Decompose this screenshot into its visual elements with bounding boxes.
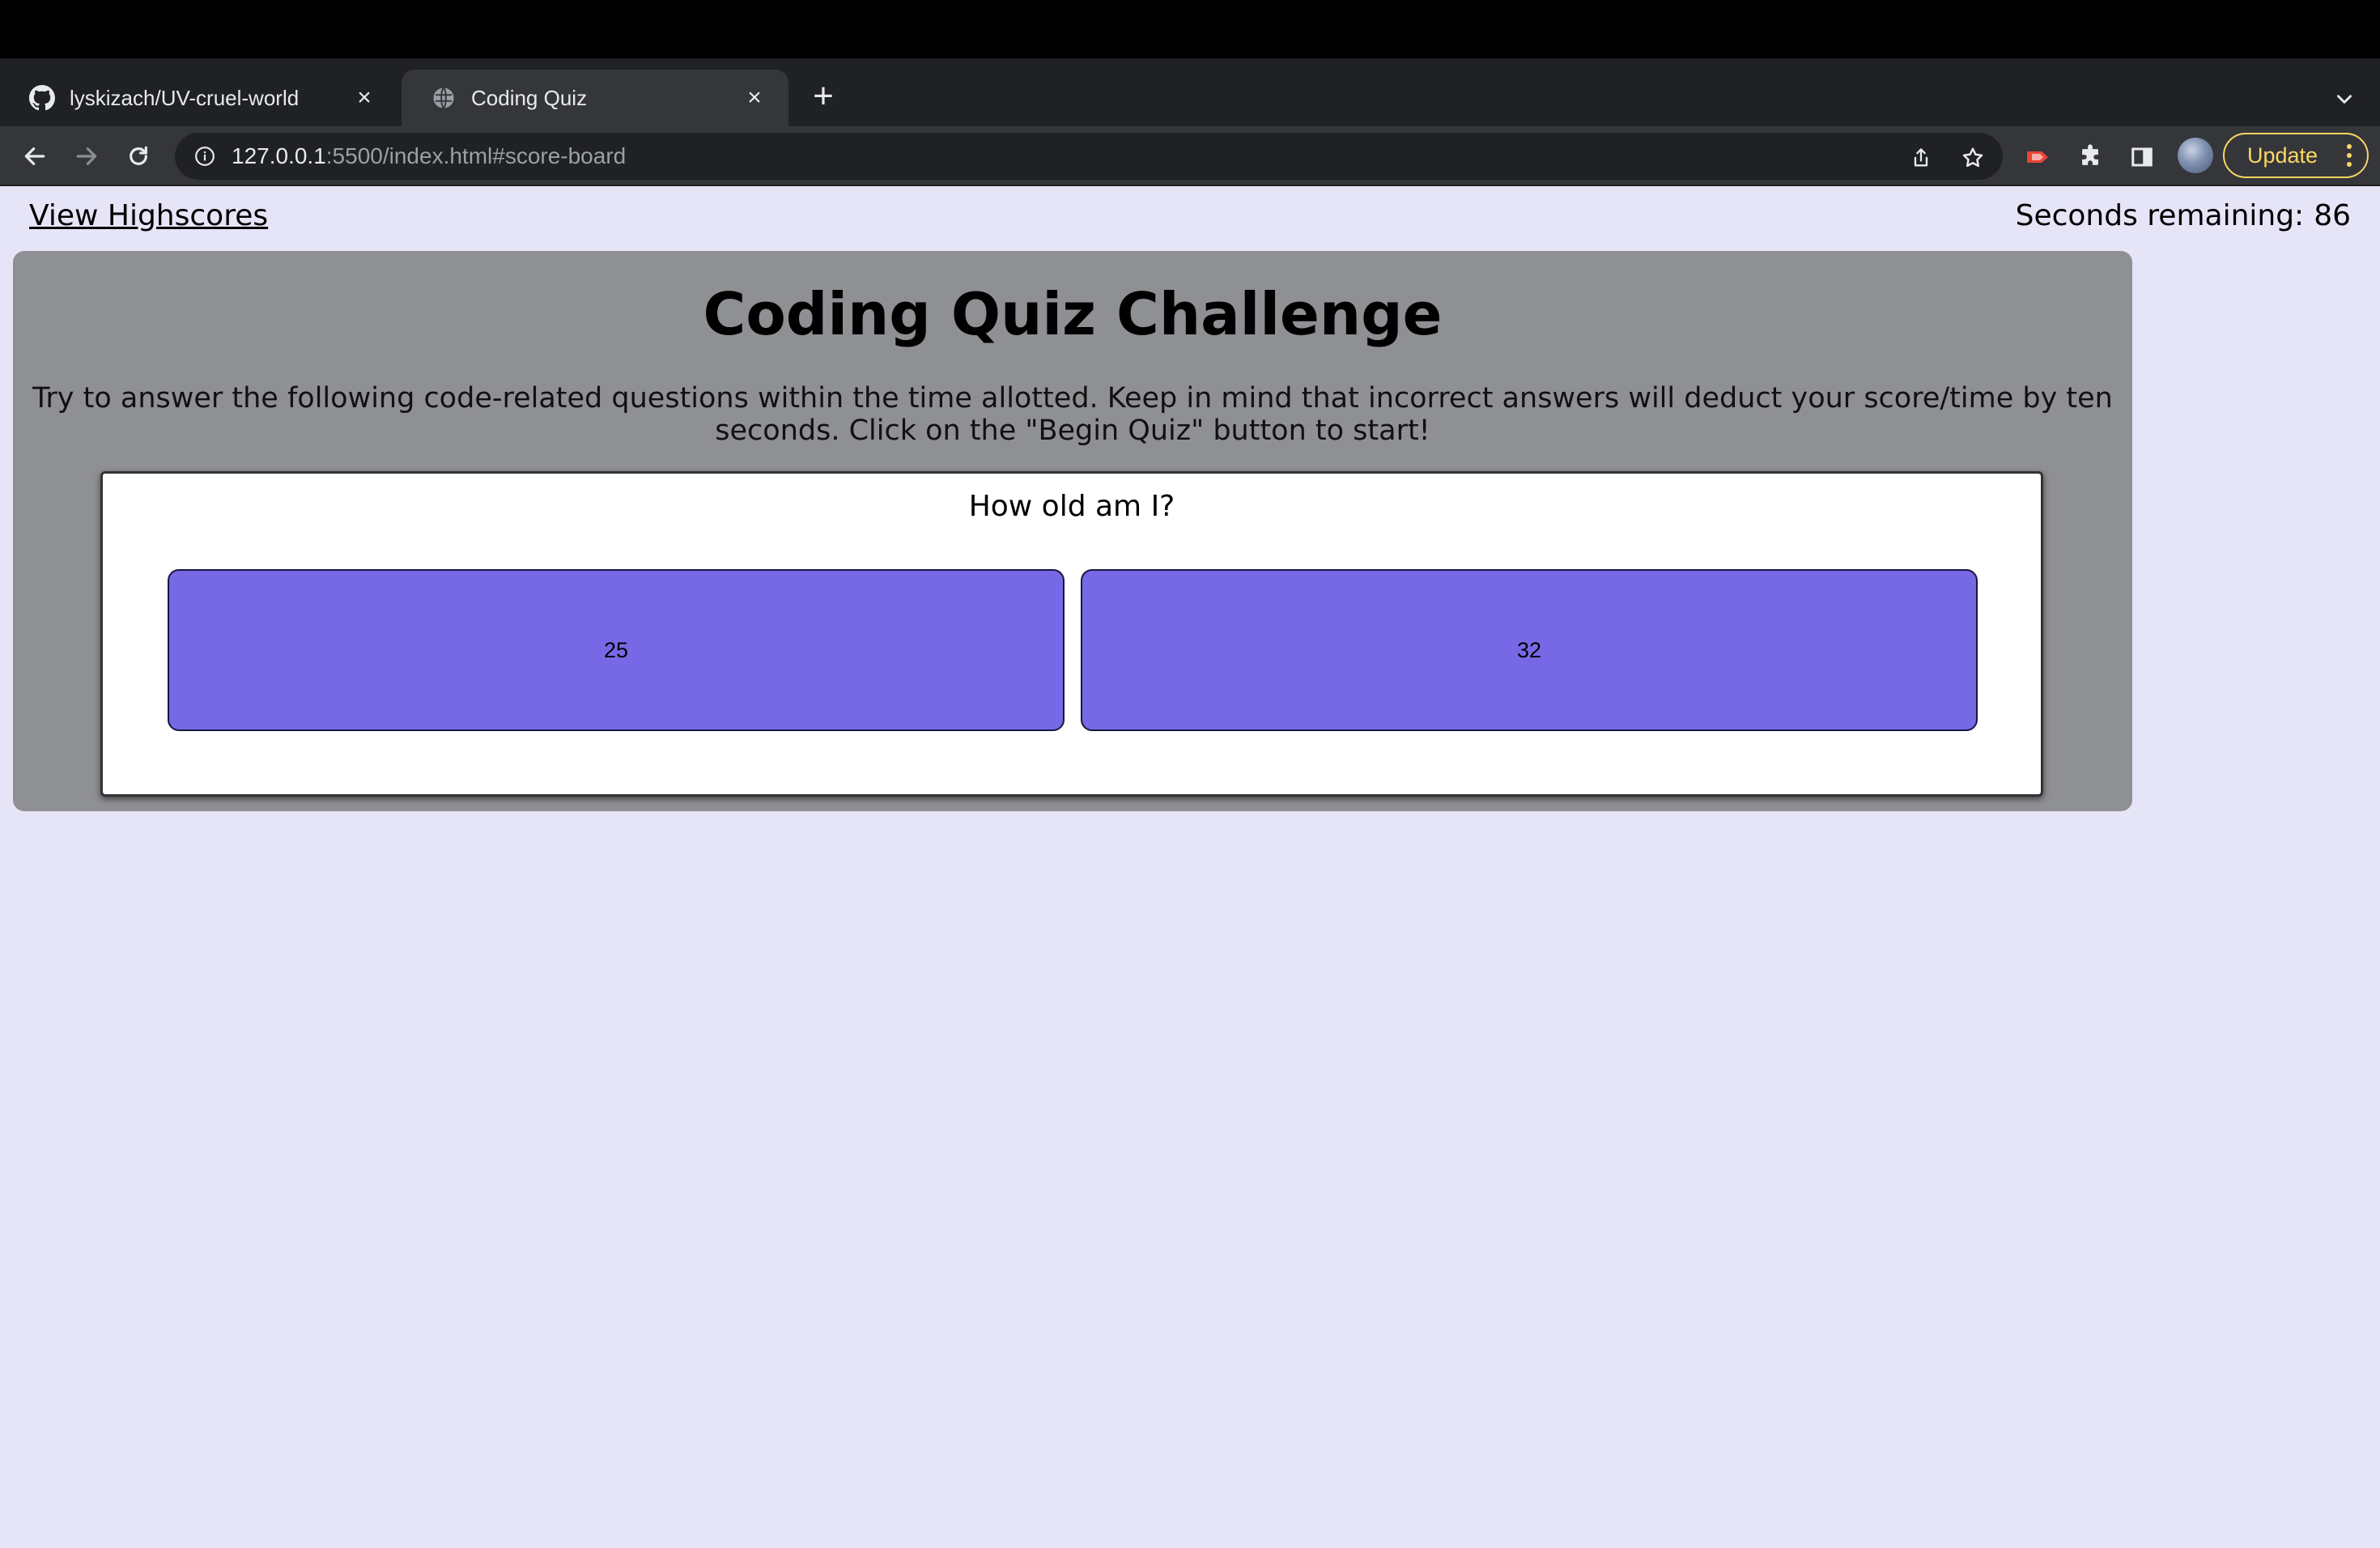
update-button[interactable]: Update: [2223, 133, 2369, 178]
reload-icon[interactable]: [118, 136, 159, 176]
tab-coding-quiz[interactable]: Coding Quiz ×: [402, 70, 788, 126]
tab-strip: lyskizach/UV-cruel-world × Coding Quiz ×: [0, 58, 2380, 126]
tab-title: lyskizach/UV-cruel-world: [70, 85, 300, 110]
timer-value: 86: [2314, 199, 2351, 232]
tab-title: Coding Quiz: [471, 85, 588, 110]
answer-button-2[interactable]: 32: [1081, 569, 1978, 731]
star-icon[interactable]: [1959, 144, 1987, 172]
timer-label: Seconds remaining:: [2015, 199, 2305, 232]
url-host: 127.0.0.1: [232, 143, 326, 168]
quiz-title: Coding Quiz Challenge: [703, 280, 1443, 348]
question-box: How old am I? 25 32: [100, 471, 2043, 797]
close-icon[interactable]: ×: [740, 83, 769, 113]
globe-icon: [431, 85, 457, 111]
view-highscores-link[interactable]: View Highscores: [29, 199, 268, 232]
forward-arrow-icon[interactable]: [66, 136, 107, 176]
page-body: View Highscores Seconds remaining: 86 Cod…: [0, 188, 2380, 1548]
timer: Seconds remaining: 86: [2016, 199, 2351, 232]
answer-button-1[interactable]: 25: [168, 569, 1065, 731]
puzzle-icon[interactable]: [2074, 141, 2106, 173]
chevron-down-icon[interactable]: [2328, 83, 2361, 115]
github-icon: [29, 85, 55, 111]
quiz-card: Coding Quiz Challenge Try to answer the …: [13, 251, 2132, 811]
info-icon[interactable]: [193, 144, 217, 168]
share-icon[interactable]: [1907, 144, 1935, 172]
tab-github[interactable]: lyskizach/UV-cruel-world ×: [0, 70, 398, 126]
url-path: :5500/index.html#score-board: [325, 143, 627, 168]
browser-toolbar: 127.0.0.1:5500/index.html#score-board: [0, 126, 2380, 186]
extension-red-icon[interactable]: [2022, 141, 2055, 173]
side-panel-icon[interactable]: [2126, 141, 2158, 173]
more-vertical-icon: [2346, 144, 2352, 167]
back-arrow-icon[interactable]: [15, 136, 55, 176]
address-bar[interactable]: 127.0.0.1:5500/index.html#score-board: [175, 133, 2003, 180]
os-top-bar: [0, 0, 2380, 58]
quiz-description: Try to answer the following code-related…: [32, 382, 2113, 447]
profile-avatar[interactable]: [2178, 138, 2213, 173]
question-text: How old am I?: [968, 490, 1175, 523]
close-icon[interactable]: ×: [350, 83, 379, 113]
update-label: Update: [2247, 142, 2318, 168]
new-tab-plus-icon[interactable]: +: [805, 76, 842, 116]
